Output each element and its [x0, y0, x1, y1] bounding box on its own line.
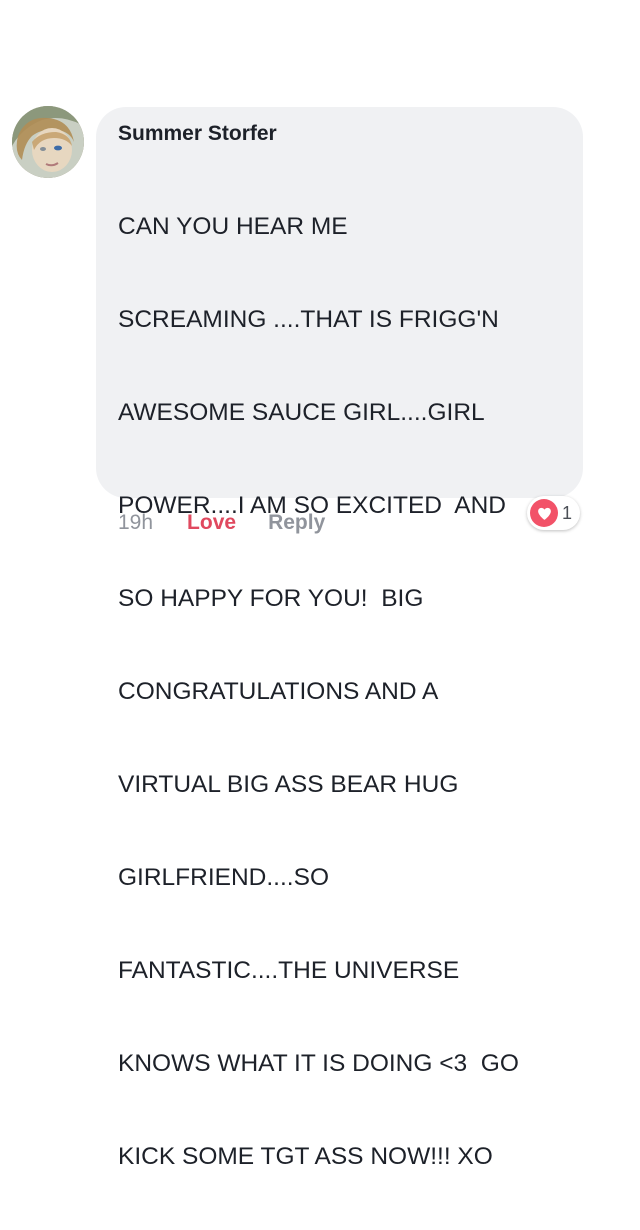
- comment-text-line: KICK SOME TGT ASS NOW!!! XO: [118, 1143, 493, 1170]
- reaction-count: 1: [562, 502, 573, 523]
- heart-icon: [530, 499, 558, 527]
- comment-text-line: FANTASTIC....THE UNIVERSE: [118, 957, 460, 984]
- comment-text-line: KNOWS WHAT IT IS DOING <3 GO: [118, 1050, 519, 1077]
- comment-text-line: CAN YOU HEAR ME: [118, 213, 348, 240]
- comment-text: CAN YOU HEAR ME SCREAMING ....THAT IS FR…: [118, 149, 563, 1230]
- comment-timestamp[interactable]: 19h: [118, 511, 153, 535]
- comment-text-line: AWESOME SAUCE GIRL....GIRL: [118, 399, 485, 426]
- avatar[interactable]: [12, 106, 84, 178]
- comment: Summer Storfer CAN YOU HEAR ME SCREAMING…: [0, 0, 640, 1170]
- comment-bubble: Summer Storfer CAN YOU HEAR ME SCREAMING…: [96, 107, 583, 1170]
- love-button[interactable]: Love: [187, 511, 236, 535]
- comment-text-line: GIRLFRIEND....SO: [118, 864, 330, 891]
- reply-button[interactable]: Reply: [268, 511, 325, 535]
- reaction-summary[interactable]: 1: [527, 496, 581, 530]
- avatar-photo: [12, 106, 84, 178]
- comment-text-line: SO HAPPY FOR YOU! BIG: [118, 585, 424, 612]
- comment-author[interactable]: Summer Storfer: [118, 121, 277, 147]
- comment-text-line: SCREAMING ....THAT IS FRIGG'N: [118, 306, 499, 333]
- comment-text-line: CONGRATULATIONS AND A: [118, 678, 439, 705]
- comment-actions: 19h Love Reply: [118, 508, 325, 538]
- comment-text-line: VIRTUAL BIG ASS BEAR HUG: [118, 771, 459, 798]
